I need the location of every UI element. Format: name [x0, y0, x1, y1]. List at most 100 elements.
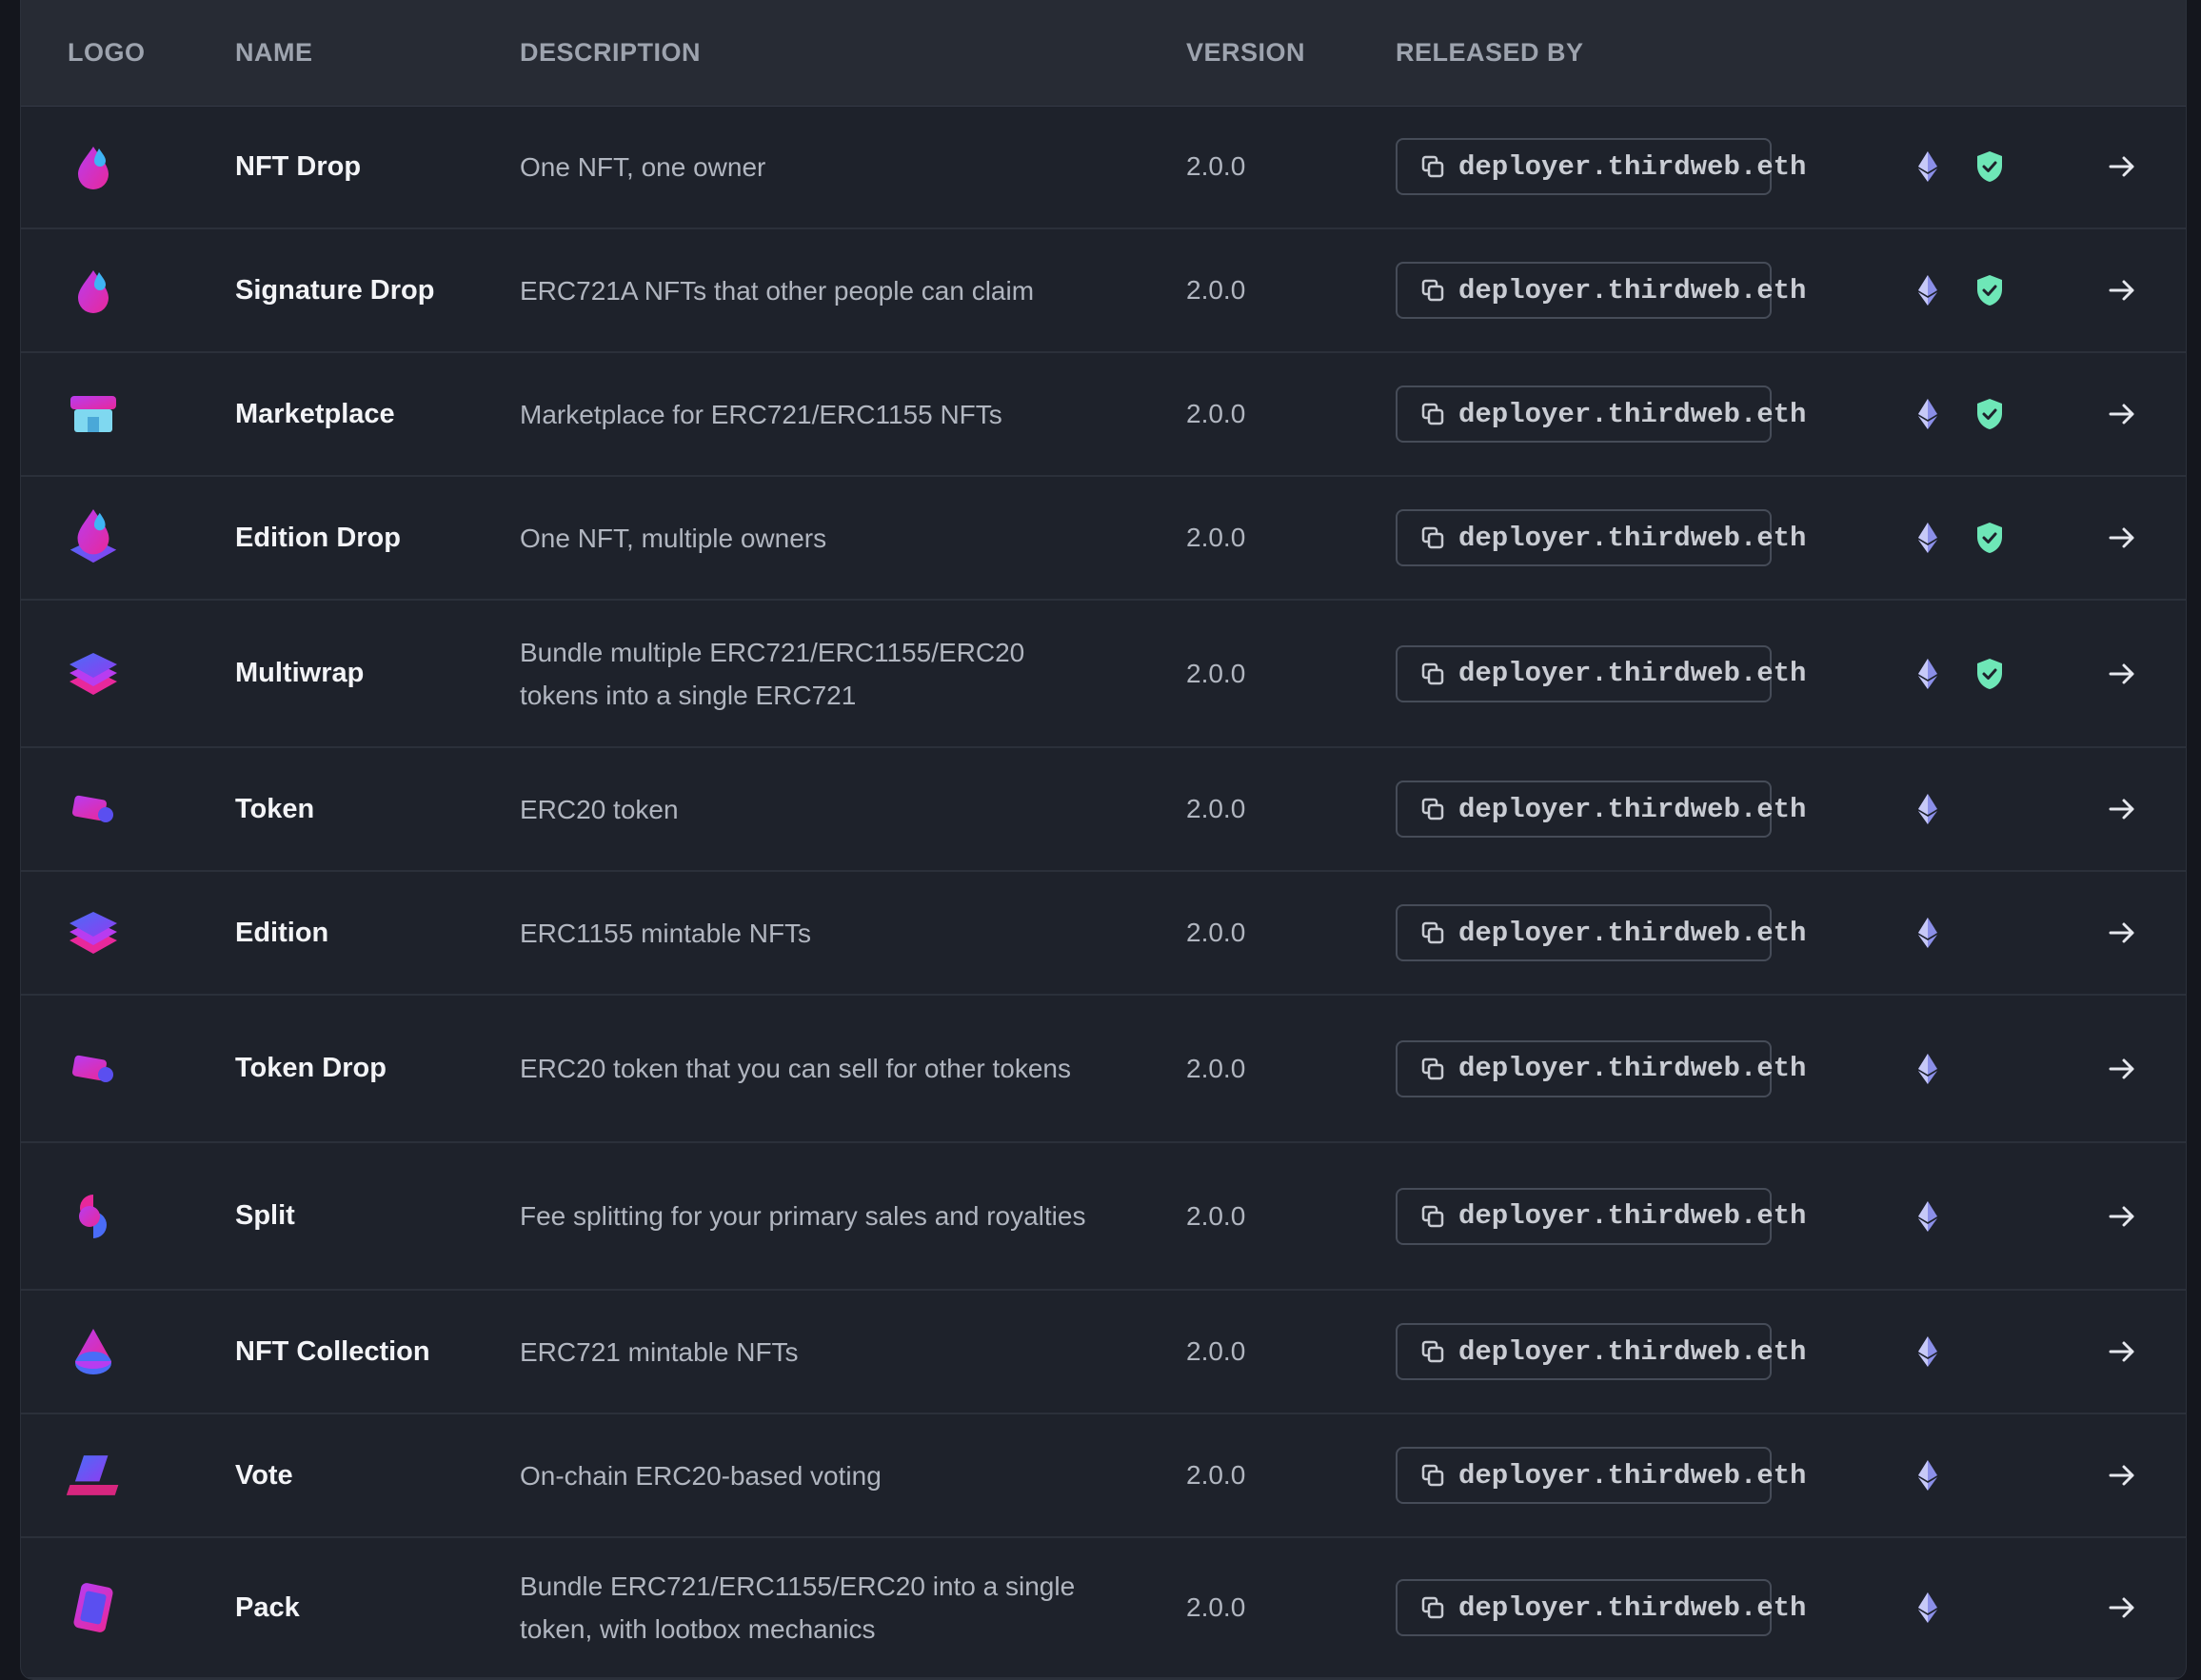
released-by-address: deployer.thirdweb.eth — [1458, 1053, 1807, 1084]
table-row[interactable]: Edition ERC1155 mintable NFTs 2.0.0 depl… — [21, 872, 2186, 996]
copy-icon — [1420, 402, 1445, 426]
table-row[interactable]: Multiwrap Bundle multiple ERC721/ERC1155… — [21, 601, 2186, 748]
ethereum-icon — [1917, 1414, 1938, 1536]
table-row[interactable]: Pack Bundle ERC721/ERC1155/ERC20 into a … — [21, 1538, 2186, 1679]
copy-address-button[interactable]: deployer.thirdweb.eth — [1396, 644, 1806, 702]
released-by-address: deployer.thirdweb.eth — [1458, 274, 1807, 306]
vote-logo-icon — [65, 1414, 122, 1536]
ethereum-icon — [1917, 477, 1938, 599]
table-row[interactable]: Token Drop ERC20 token that you can sell… — [21, 996, 2186, 1143]
released-by-address: deployer.thirdweb.eth — [1458, 917, 1807, 949]
copy-address-button[interactable]: deployer.thirdweb.eth — [1396, 385, 1806, 443]
header-logo: LOGO — [68, 38, 146, 67]
arrow-right-icon[interactable] — [2108, 229, 2136, 351]
ethereum-icon — [1917, 353, 1938, 475]
copy-address-button[interactable]: deployer.thirdweb.eth — [1396, 1323, 1806, 1380]
contract-version: 2.0.0 — [1186, 523, 1246, 552]
table-header: LOGO NAME DESCRIPTION VERSION RELEASED B… — [21, 0, 2186, 107]
arrow-right-icon[interactable] — [2108, 353, 2136, 475]
contract-description: Bundle multiple ERC721/ERC1155/ERC20 tok… — [520, 637, 1025, 710]
ethereum-icon — [1917, 996, 1938, 1141]
layers-logo-icon — [65, 601, 122, 746]
drop-logo-icon — [65, 229, 122, 351]
table-row[interactable]: Marketplace Marketplace for ERC721/ERC11… — [21, 353, 2186, 477]
contract-description: ERC721 mintable NFTs — [520, 1336, 799, 1367]
card-logo-icon — [65, 748, 122, 870]
contract-name: Token Drop — [235, 1053, 387, 1083]
copy-address-button[interactable]: deployer.thirdweb.eth — [1396, 1579, 1806, 1636]
split-logo-icon — [65, 1143, 122, 1289]
contract-name: Signature Drop — [235, 274, 435, 306]
copy-address-button[interactable]: deployer.thirdweb.eth — [1396, 262, 1806, 319]
copy-address-button[interactable]: deployer.thirdweb.eth — [1396, 904, 1806, 961]
copy-icon — [1420, 662, 1445, 686]
copy-address-button[interactable]: deployer.thirdweb.eth — [1396, 1187, 1806, 1245]
released-by-address: deployer.thirdweb.eth — [1458, 658, 1807, 689]
contract-version: 2.0.0 — [1186, 275, 1246, 305]
arrow-right-icon[interactable] — [2108, 1538, 2136, 1677]
contract-description: One NFT, one owner — [520, 151, 766, 182]
contract-description: ERC1155 mintable NFTs — [520, 918, 812, 948]
contract-description: ERC20 token — [520, 794, 679, 824]
table-row[interactable]: NFT Collection ERC721 mintable NFTs 2.0.… — [21, 1291, 2186, 1414]
cone-logo-icon — [65, 1291, 122, 1413]
copy-address-button[interactable]: deployer.thirdweb.eth — [1396, 781, 1806, 838]
edition-drop-logo-icon — [65, 477, 122, 599]
table-row[interactable]: Vote On-chain ERC20-based voting 2.0.0 d… — [21, 1414, 2186, 1538]
ethereum-icon — [1917, 229, 1938, 351]
copy-icon — [1420, 154, 1445, 179]
contract-version: 2.0.0 — [1186, 1460, 1246, 1490]
arrow-right-icon[interactable] — [2108, 601, 2136, 746]
contract-description: On-chain ERC20-based voting — [520, 1460, 882, 1491]
card-logo-icon — [65, 996, 122, 1141]
arrow-right-icon[interactable] — [2108, 748, 2136, 870]
header-name: NAME — [235, 38, 313, 67]
table-row[interactable]: Token ERC20 token 2.0.0 deployer.thirdwe… — [21, 748, 2186, 872]
arrow-right-icon[interactable] — [2108, 872, 2136, 994]
ethereum-icon — [1917, 106, 1938, 227]
copy-address-button[interactable]: deployer.thirdweb.eth — [1396, 1447, 1806, 1504]
table-row[interactable]: NFT Drop One NFT, one owner 2.0.0 deploy… — [21, 106, 2186, 229]
contract-name: Edition Drop — [235, 522, 401, 553]
copy-address-button[interactable]: deployer.thirdweb.eth — [1396, 509, 1806, 566]
audited-shield-icon — [1974, 601, 2005, 746]
audited-shield-icon — [1974, 229, 2005, 351]
contract-version: 2.0.0 — [1186, 1053, 1246, 1083]
audited-shield-icon — [1974, 106, 2005, 227]
copy-icon — [1420, 920, 1445, 945]
contract-name: Multiwrap — [235, 658, 365, 688]
ethereum-icon — [1917, 872, 1938, 994]
arrow-right-icon[interactable] — [2108, 1414, 2136, 1536]
contract-version: 2.0.0 — [1186, 151, 1246, 181]
layers-logo-icon — [65, 872, 122, 994]
copy-address-button[interactable]: deployer.thirdweb.eth — [1396, 138, 1806, 195]
copy-address-button[interactable]: deployer.thirdweb.eth — [1396, 1039, 1806, 1097]
arrow-right-icon[interactable] — [2108, 1291, 2136, 1413]
contract-version: 2.0.0 — [1186, 1200, 1246, 1231]
released-by-address: deployer.thirdweb.eth — [1458, 1591, 1807, 1624]
contract-version: 2.0.0 — [1186, 399, 1246, 428]
arrow-right-icon[interactable] — [2108, 106, 2136, 227]
header-description: DESCRIPTION — [520, 38, 702, 67]
arrow-right-icon[interactable] — [2108, 477, 2136, 599]
header-version: VERSION — [1186, 38, 1306, 67]
pack-logo-icon — [65, 1538, 122, 1677]
contracts-table: LOGO NAME DESCRIPTION VERSION RELEASED B… — [20, 0, 2187, 1680]
table-row[interactable]: Split Fee splitting for your primary sal… — [21, 1143, 2186, 1291]
copy-icon — [1420, 1595, 1445, 1620]
header-released-by: RELEASED BY — [1396, 38, 1584, 67]
contract-name: Pack — [235, 1591, 300, 1623]
audited-shield-icon — [1974, 353, 2005, 475]
contract-description: Bundle ERC721/ERC1155/ERC20 into a singl… — [520, 1571, 1076, 1644]
contract-name: Vote — [235, 1459, 293, 1491]
contract-version: 2.0.0 — [1186, 794, 1246, 823]
released-by-address: deployer.thirdweb.eth — [1458, 1200, 1807, 1232]
contract-name: Edition — [235, 917, 329, 948]
copy-icon — [1420, 525, 1445, 550]
table-row[interactable]: Signature Drop ERC721A NFTs that other p… — [21, 229, 2186, 353]
arrow-right-icon[interactable] — [2108, 1143, 2136, 1289]
contract-description: ERC20 token that you can sell for other … — [520, 1054, 1071, 1083]
arrow-right-icon[interactable] — [2108, 996, 2136, 1141]
table-row[interactable]: Edition Drop One NFT, multiple owners 2.… — [21, 477, 2186, 601]
released-by-address: deployer.thirdweb.eth — [1458, 1459, 1807, 1492]
